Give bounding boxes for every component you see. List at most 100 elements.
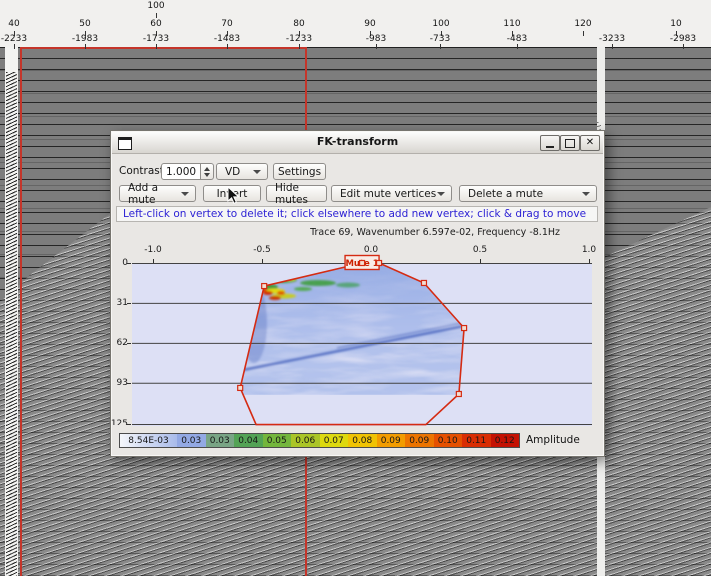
display-mode-value: VD <box>225 166 240 178</box>
maximize-button[interactable] <box>560 135 580 151</box>
mute-vertex-handle[interactable] <box>421 280 426 285</box>
ruler-label: 40 <box>8 19 19 29</box>
colorbar-cell: 0.08 <box>348 434 377 447</box>
ruler-label: 110 <box>503 19 520 29</box>
ruler-label: 10 <box>670 19 681 29</box>
y-tick <box>127 424 131 425</box>
dialog-title: FK-transform <box>112 135 603 148</box>
minimize-button[interactable] <box>540 135 560 151</box>
x-tick-label: 1.0 <box>582 245 596 255</box>
selection-red-line-top <box>20 47 307 49</box>
ruler-label: 100 <box>147 1 164 11</box>
ruler-tick <box>517 44 518 49</box>
ruler-label: -3233 <box>599 34 625 44</box>
contrast-value-field[interactable]: 1.000 <box>161 163 201 180</box>
x-tick-label: -1.0 <box>144 245 162 255</box>
settings-button[interactable]: Settings <box>273 163 326 180</box>
colorbar-cell: 0.05 <box>263 434 292 447</box>
cursor-readout-status: Trace 69, Wavenumber 6.597e-02, Frequenc… <box>310 227 560 238</box>
ruler-label: -2233 <box>1 34 27 44</box>
ruler-tick <box>227 44 228 49</box>
fk-transform-dialog: FK-transform ✕ Contrast 1.000 VD Setting… <box>110 130 605 457</box>
mute-vertex-handle[interactable] <box>462 326 467 331</box>
application-screen: 10040506070809010011012010-2233-1983-173… <box>0 0 711 576</box>
ruler-label: -1733 <box>143 34 169 44</box>
dropdown-arrow-icon <box>582 192 590 196</box>
trace-gap-strip-left <box>5 47 18 576</box>
ruler-tick <box>583 31 584 36</box>
settings-button-label: Settings <box>278 166 321 178</box>
contrast-spinbox: 1.000 <box>161 163 214 180</box>
ruler-label: -2983 <box>670 34 696 44</box>
add-mute-dropdown[interactable]: Add a mute <box>119 185 196 202</box>
ruler-label: -483 <box>507 34 527 44</box>
y-tick <box>127 303 131 304</box>
ruler-label: 90 <box>364 19 375 29</box>
delete-mute-dropdown[interactable]: Delete a mute <box>459 185 597 202</box>
colorbar-cell: 8.54E-03 <box>120 434 177 447</box>
dialog-titlebar[interactable]: FK-transform ✕ <box>112 132 603 154</box>
ruler-label: 80 <box>293 19 304 29</box>
mute-vertex-handle[interactable] <box>262 284 267 289</box>
add-mute-label: Add a mute <box>128 182 181 206</box>
close-button[interactable]: ✕ <box>580 135 600 151</box>
amplitude-colorbar: 8.54E-030.030.030.040.050.060.070.080.09… <box>119 433 520 448</box>
ruler-tick <box>156 13 157 18</box>
wiggle-trace-icon <box>6 72 17 576</box>
ruler-label: -1233 <box>286 34 312 44</box>
y-tick <box>127 263 131 264</box>
hide-mutes-button-label: Hide mutes <box>275 182 318 206</box>
minimize-icon <box>546 146 554 148</box>
y-tick <box>127 383 131 384</box>
ruler-tick <box>156 44 157 49</box>
ruler-label: -983 <box>366 34 386 44</box>
ruler-label: 50 <box>79 19 90 29</box>
colorbar-cell: 0.11 <box>462 434 491 447</box>
ruler-tick <box>376 44 377 49</box>
delete-mute-label: Delete a mute <box>468 188 543 200</box>
x-tick-label: 0.0 <box>364 245 378 255</box>
ruler-tick <box>440 44 441 49</box>
dropdown-arrow-icon <box>253 170 261 174</box>
colorbar-cell: 0.07 <box>320 434 349 447</box>
maximize-icon <box>565 139 575 148</box>
colorbar-cell: 0.09 <box>405 434 434 447</box>
cursor-icon <box>227 186 241 210</box>
mute-vertex-handle[interactable] <box>456 391 461 396</box>
display-mode-dropdown[interactable]: VD <box>216 163 268 180</box>
colorbar-title: Amplitude <box>526 434 580 446</box>
hide-mutes-button[interactable]: Hide mutes <box>266 185 327 202</box>
colorbar-cell: 0.06 <box>291 434 320 447</box>
ruler-label: -733 <box>430 34 450 44</box>
trace-header-ruler[interactable]: 10040506070809010011012010-2233-1983-173… <box>0 0 711 47</box>
ruler-tick <box>299 44 300 49</box>
ruler-tick <box>612 44 613 49</box>
ruler-label: -1483 <box>214 34 240 44</box>
ruler-label: 60 <box>150 19 161 29</box>
dropdown-arrow-icon <box>437 192 445 196</box>
ruler-tick <box>14 44 15 49</box>
spin-up-icon <box>204 167 210 171</box>
x-tick-label: -0.5 <box>253 245 271 255</box>
selection-red-line-left[interactable] <box>20 47 22 576</box>
x-tick-label: 0.5 <box>473 245 487 255</box>
ruler-tick <box>683 44 684 49</box>
edit-mute-vertices-dropdown[interactable]: Edit mute vertices <box>331 185 452 202</box>
hint-bar: Left-click on vertex to delete it; click… <box>116 206 598 222</box>
mute-vertex-handle[interactable] <box>238 385 243 390</box>
ruler-label: 120 <box>574 19 591 29</box>
colorbar-cell: 0.03 <box>206 434 235 447</box>
colorbar-cell: 0.04 <box>234 434 263 447</box>
colorbar-cell: 0.12 <box>491 434 520 447</box>
mute-vertex-handle[interactable] <box>360 261 365 266</box>
edit-mute-vertices-label: Edit mute vertices <box>340 188 436 200</box>
fk-spectrum-plot[interactable]: Mute 1 <box>132 263 592 426</box>
contrast-spin-buttons[interactable] <box>201 163 214 180</box>
ruler-label: 70 <box>221 19 232 29</box>
fk-spectrum-content <box>132 263 592 395</box>
mute-vertex-handle[interactable] <box>377 261 382 266</box>
colorbar-cell: 0.09 <box>377 434 406 447</box>
y-tick <box>127 343 131 344</box>
y-axis-labels: 0316293125 <box>111 131 130 425</box>
spin-down-icon <box>204 173 210 177</box>
